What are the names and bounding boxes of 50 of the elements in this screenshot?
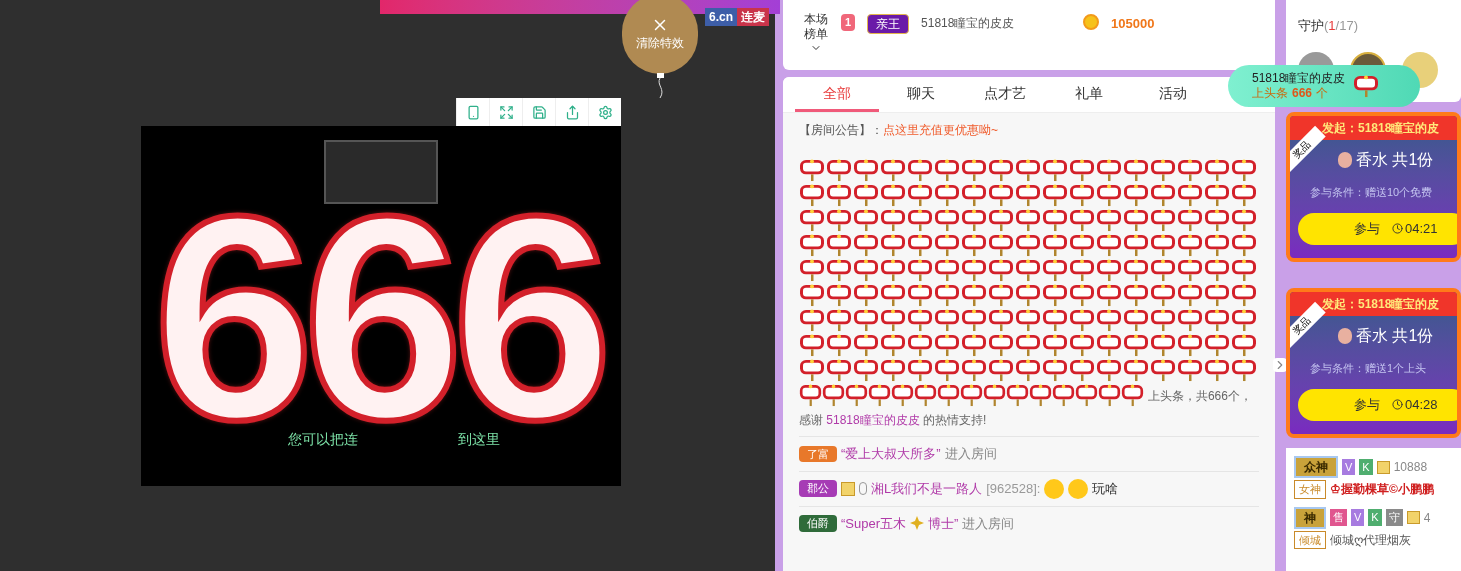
lottery-initiator: 发起：51818瞳宝的皮	[1290, 292, 1457, 316]
headline-count: 666	[1292, 86, 1313, 101]
privilege-badge: V	[1351, 509, 1365, 526]
site-badge: 6.cn	[705, 8, 737, 26]
effect-number: 666	[153, 208, 601, 426]
privilege-badge: K	[1368, 509, 1382, 526]
hint-text: 到这里	[458, 430, 500, 449]
user-name: 51818瞳宝的皮皮	[921, 15, 1016, 32]
user-name: ♔握勤棵草©小鹏鹏	[1330, 481, 1434, 499]
user-number: 10888	[1393, 459, 1428, 476]
timer-text: 04:21	[1405, 219, 1438, 238]
user-id: [962528]:	[986, 479, 1041, 498]
timer-text: 04:28	[1405, 395, 1438, 414]
guard-count: (1/17)	[1324, 17, 1358, 35]
title-badge: 亲王	[867, 14, 910, 34]
user-name: 博士”	[927, 514, 959, 533]
fan-badge: 倾城	[1294, 530, 1326, 549]
headline-unit: 个	[1316, 86, 1329, 101]
rank-badge: 1	[840, 14, 856, 31]
lottery-initiator: 发起：51818瞳宝的皮	[1290, 116, 1457, 140]
coin-amount: 105000	[1111, 15, 1155, 33]
headline-label: 上头条	[1252, 86, 1288, 101]
rank-badge: 伯爵	[798, 515, 837, 532]
user-name: 51818瞳宝的皮皮	[1252, 71, 1346, 86]
lottery-condition: 参与条件：赠送10个免费	[1309, 185, 1433, 200]
gift-summary: 上头条，共666个，	[1147, 387, 1252, 405]
privilege-badge: V	[1342, 458, 1356, 476]
user-name: 湘L我们不是一路人	[870, 479, 983, 498]
hint-text: 您可以把连	[288, 430, 358, 449]
privilege-badge: 守	[1385, 509, 1403, 526]
privilege-badge: K	[1359, 458, 1373, 476]
rank-badge: 郡公	[798, 480, 837, 497]
user-name: “爱上大叔大所多”	[840, 445, 941, 463]
notice-label: 【房间公告】：	[798, 122, 883, 139]
lottery-condition: 参与条件：赠送1个上头	[1309, 361, 1427, 376]
prize-name: 香水 共1份	[1356, 150, 1434, 170]
message-text: 倾城ღ代理烟灰	[1330, 531, 1411, 549]
rank-badge: 了富	[798, 445, 837, 462]
enter-text: 进入房间	[962, 514, 1015, 533]
guard-title: 守护	[1298, 17, 1324, 35]
user-number: 4	[1423, 509, 1431, 527]
level-badge: 神	[1294, 506, 1326, 529]
level-badge: 众神	[1294, 456, 1338, 478]
thanks-text: 感谢 51818瞳宝的皮皮 的热情支持!	[798, 412, 988, 429]
privilege-badge: 售	[1330, 509, 1347, 526]
prize-name: 香水 共1份	[1356, 326, 1434, 346]
user-name: “Super五木	[840, 514, 906, 533]
fan-badge: 女神	[1294, 480, 1326, 499]
message-text: 玩啥	[1092, 479, 1119, 498]
enter-text: 进入房间	[944, 445, 997, 463]
